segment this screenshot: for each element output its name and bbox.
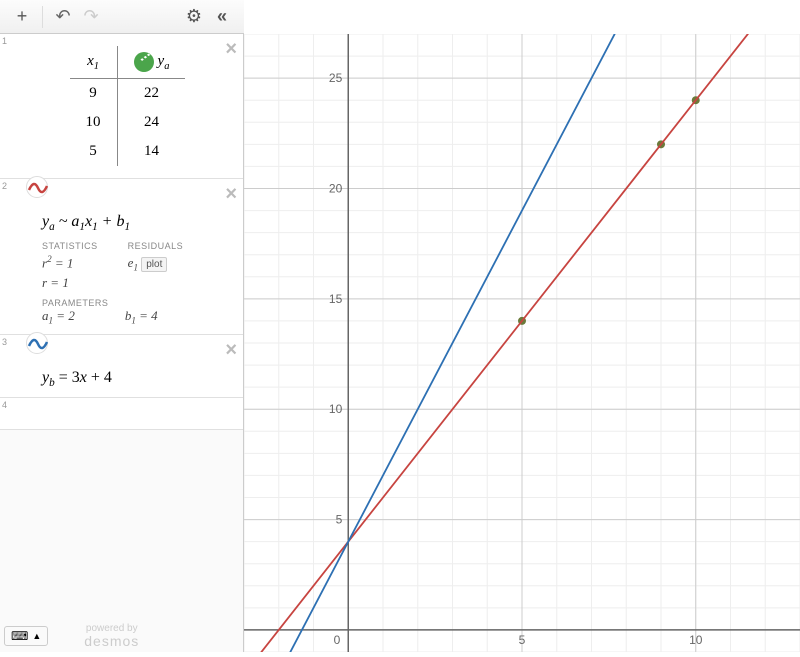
svg-text:25: 25 <box>329 71 343 85</box>
table-header-x[interactable]: x1 <box>70 46 118 79</box>
close-icon[interactable]: × <box>225 183 237 206</box>
stats-label: STATISTICS <box>42 240 98 254</box>
expression-index: 2 <box>2 181 7 191</box>
expression-row-table[interactable]: 1 × x1 ya 9 22 10 24 <box>0 34 243 179</box>
table-row[interactable]: 9 22 <box>70 79 186 109</box>
param-a1: a1 = 2 <box>42 308 75 326</box>
expression-index: 1 <box>2 36 7 46</box>
powered-by-badge: powered by desmos <box>84 624 139 648</box>
undo-button[interactable]: ↶ <box>49 3 77 31</box>
table-header-y[interactable]: ya <box>117 46 185 79</box>
close-icon[interactable]: × <box>225 38 237 61</box>
line-icon[interactable] <box>26 332 48 354</box>
regression-icon[interactable] <box>26 176 48 198</box>
param-b1: b1 = 4 <box>125 308 158 326</box>
svg-text:5: 5 <box>336 513 343 527</box>
graph-svg: 5 10 5 10 15 20 25 0 <box>244 34 800 652</box>
expression-index: 3 <box>2 337 7 347</box>
r-value: r = 1 <box>42 273 98 293</box>
keyboard-icon: ⌨ <box>11 629 28 643</box>
expression-row-line[interactable]: 3 × yb = 3x + 4 <box>0 335 243 398</box>
residual-var: e1 <box>128 255 138 270</box>
table-row[interactable]: 5 14 <box>70 137 186 166</box>
settings-button[interactable]: ⚙ <box>180 3 208 31</box>
toolbar: + ↶ ↷ ⚙ « <box>0 0 244 34</box>
points-icon[interactable] <box>134 52 154 72</box>
table-row[interactable]: 10 24 <box>70 108 186 137</box>
chevron-up-icon: ▲ <box>32 631 41 641</box>
expression-list: 1 × x1 ya 9 22 10 24 <box>0 34 244 652</box>
expression-row-regression[interactable]: 2 × ya ~ a1x1 + b1 STATISTICS r2 = 1 r =… <box>0 179 243 335</box>
regression-formula[interactable]: ya ~ a1x1 + b1 <box>18 213 237 233</box>
expression-row-empty[interactable]: 4 <box>0 398 243 430</box>
residuals-label: RESIDUALS <box>128 240 184 254</box>
keyboard-button[interactable]: ⌨ ▲ <box>4 626 48 646</box>
add-button[interactable]: + <box>8 3 36 31</box>
close-icon[interactable]: × <box>225 339 237 362</box>
svg-text:20: 20 <box>329 182 343 196</box>
svg-text:10: 10 <box>329 402 343 416</box>
line-formula[interactable]: yb = 3x + 4 <box>18 369 237 389</box>
parameters-label: PARAMETERS <box>42 298 237 308</box>
r-squared-value: r2 = 1 <box>42 253 98 273</box>
data-table[interactable]: x1 ya 9 22 10 24 5 14 <box>70 46 186 166</box>
svg-text:15: 15 <box>329 292 343 306</box>
expression-index: 4 <box>2 400 7 410</box>
svg-text:10: 10 <box>689 633 703 647</box>
plot-button[interactable]: plot <box>141 257 167 272</box>
svg-text:5: 5 <box>519 633 526 647</box>
svg-text:0: 0 <box>334 633 341 647</box>
collapse-button[interactable]: « <box>208 3 236 31</box>
redo-button[interactable]: ↷ <box>77 3 105 31</box>
graph-canvas[interactable]: 5 10 5 10 15 20 25 0 <box>244 34 800 652</box>
